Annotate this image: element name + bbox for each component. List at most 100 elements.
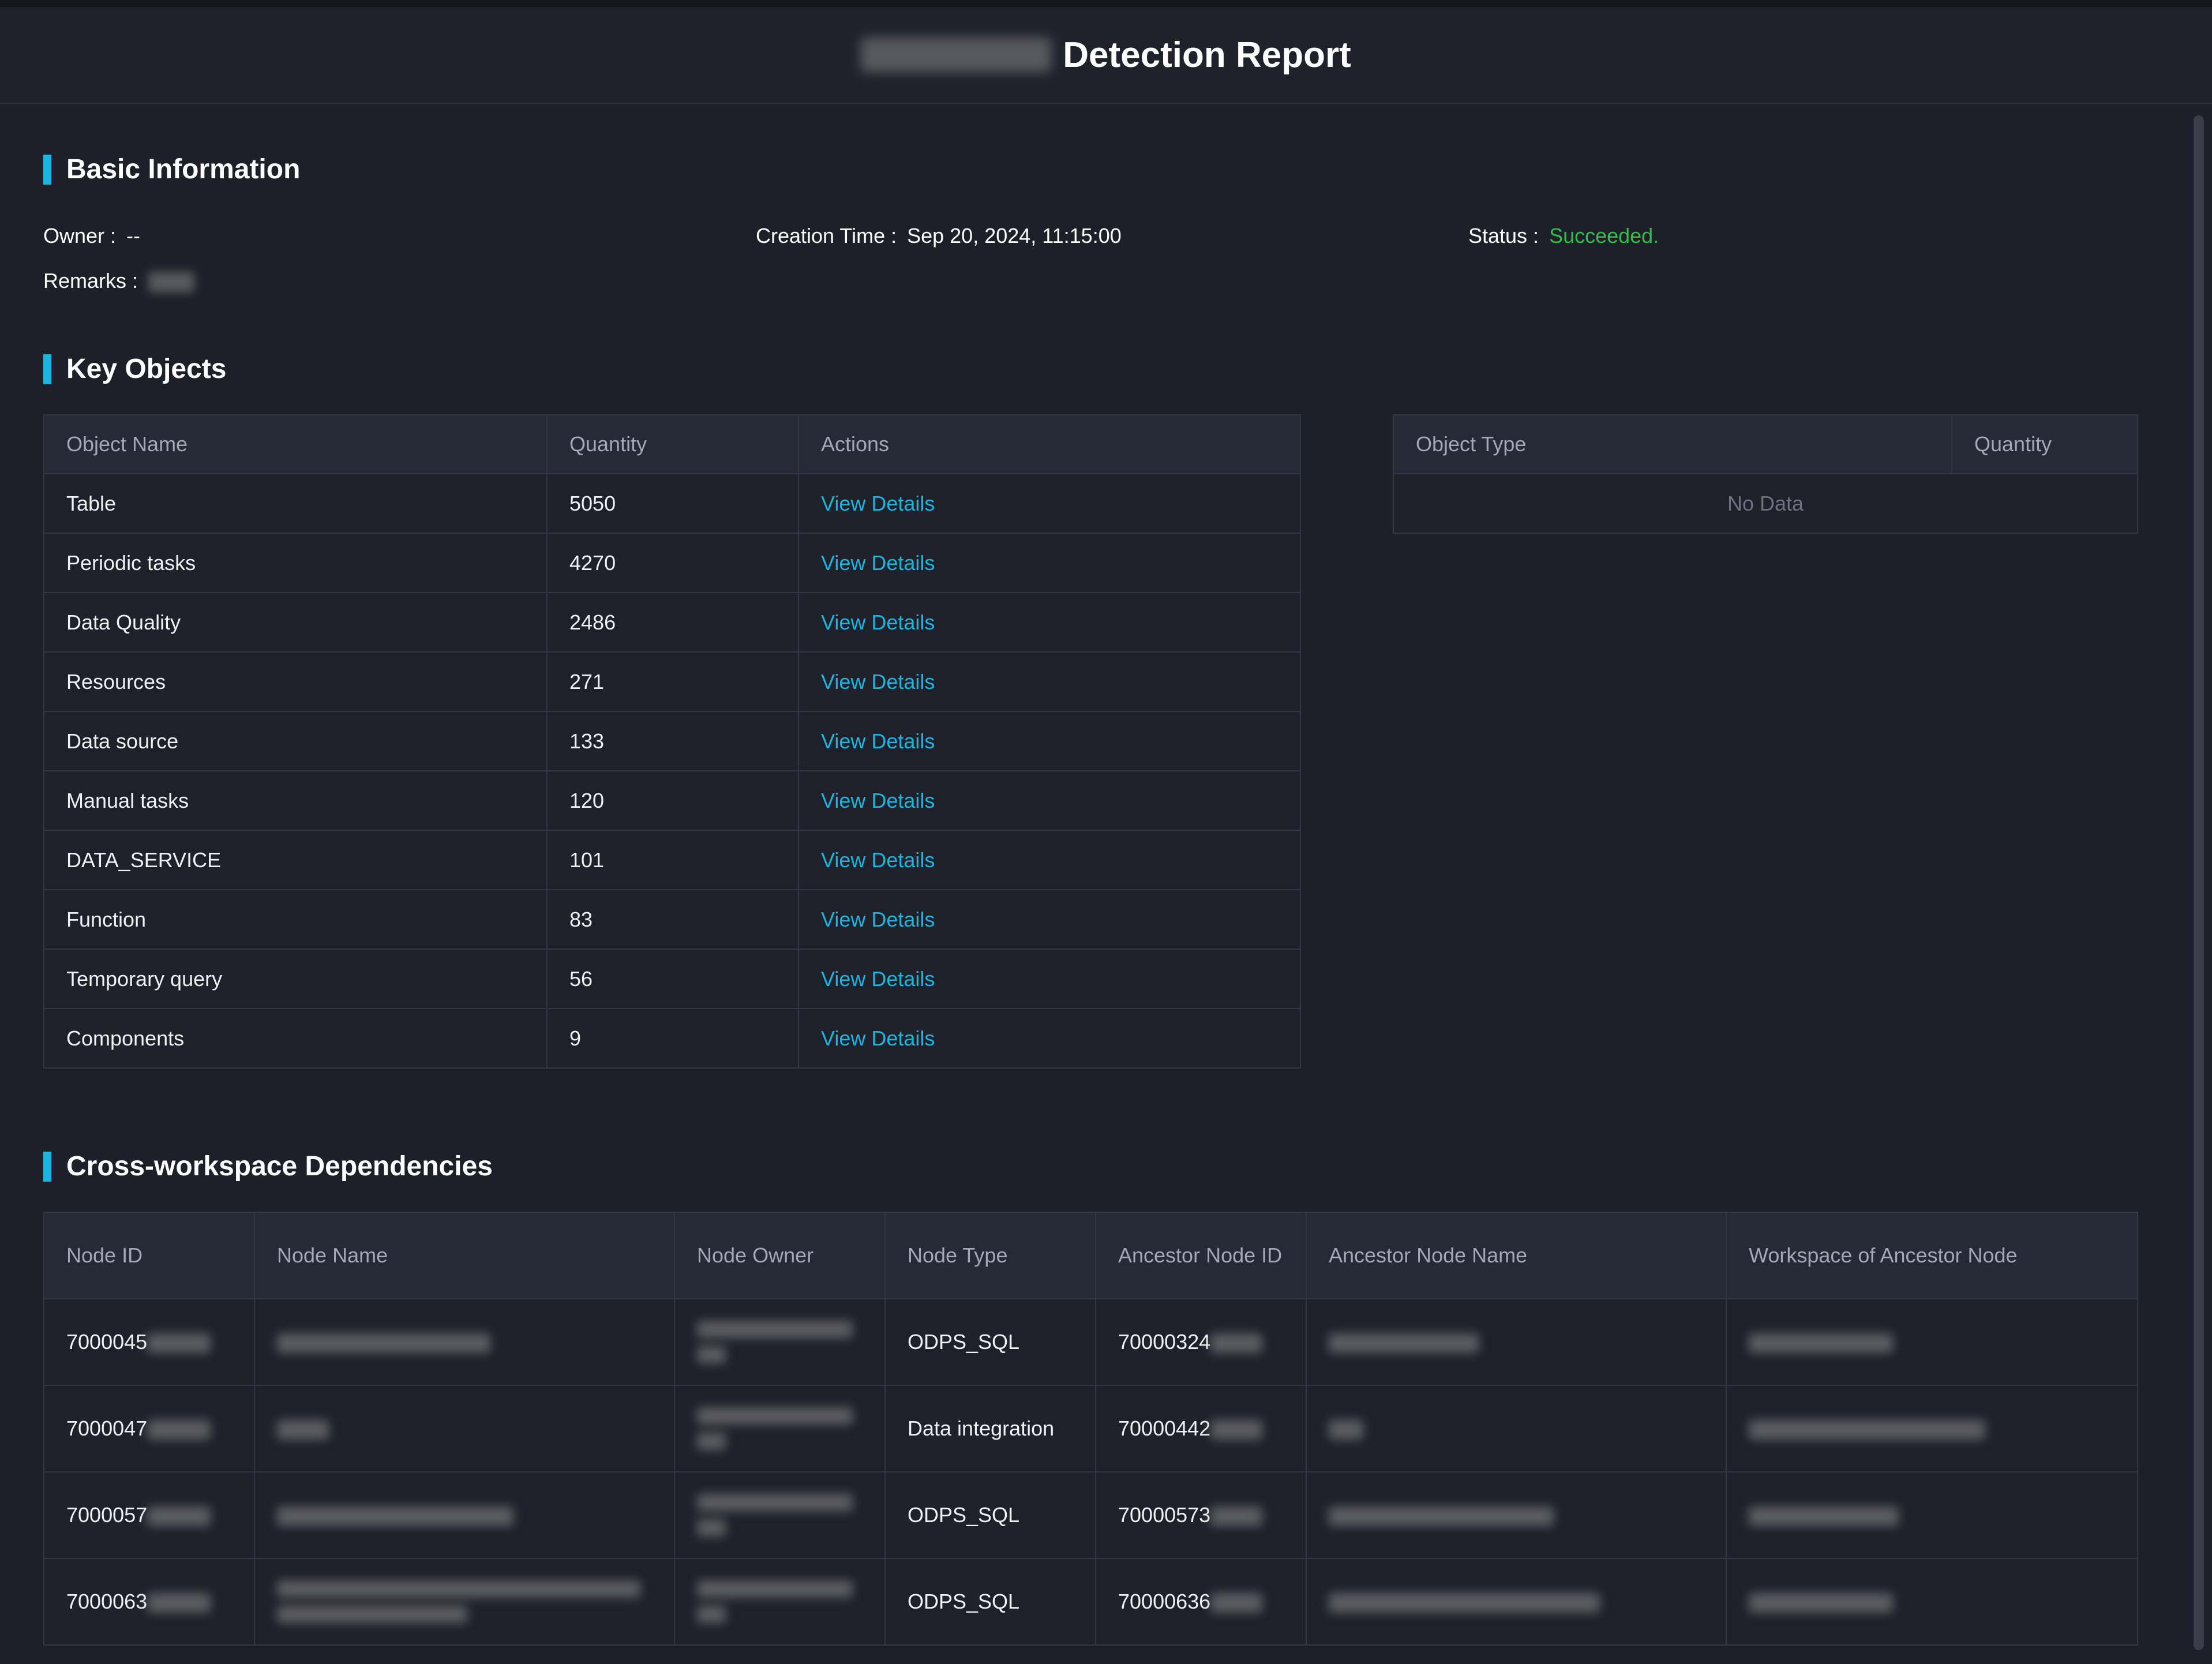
- table-row: Function 83 View Details: [43, 889, 1301, 950]
- redacted-owner: [697, 1399, 853, 1458]
- view-details-link[interactable]: View Details: [821, 908, 935, 931]
- col-node-id: Node ID: [43, 1212, 255, 1299]
- node-id: 7000045: [66, 1330, 148, 1354]
- col-ancestor-node-name: Ancestor Node Name: [1306, 1212, 1727, 1299]
- redacted-id: [1210, 1420, 1263, 1440]
- ancestor-id: 70000636: [1118, 1590, 1211, 1613]
- redacted-node-name: [277, 1420, 329, 1440]
- redacted-ancestor-name: [1329, 1420, 1363, 1440]
- ancestor-id: 70000442: [1118, 1416, 1211, 1440]
- page-title: Detection Report: [1063, 35, 1351, 75]
- workspace-cell: [1726, 1385, 2138, 1472]
- object-qty: 2486: [546, 592, 799, 653]
- creation-time-value: Sep 20, 2024, 11:15:00: [907, 224, 1122, 248]
- redacted-ancestor-name: [1329, 1506, 1554, 1527]
- owner-label: Owner :: [43, 224, 117, 248]
- table-row: Resources 271 View Details: [43, 651, 1301, 712]
- ancestor-name-cell: [1306, 1471, 1727, 1559]
- object-name: Temporary query: [43, 949, 548, 1009]
- node-name-cell: [254, 1385, 675, 1472]
- object-qty: 4270: [546, 533, 799, 593]
- view-details-link[interactable]: View Details: [821, 1026, 935, 1050]
- ancestor-id-cell: 70000442: [1095, 1385, 1307, 1472]
- col-node-type: Node Type: [884, 1212, 1096, 1299]
- table-row: DATA_SERVICE 101 View Details: [43, 830, 1301, 890]
- owner-field: Owner : --: [43, 224, 140, 248]
- view-details-link[interactable]: View Details: [821, 492, 935, 515]
- object-name: Periodic tasks: [43, 533, 548, 593]
- table-row: 7000045 ODPS_SQL 70000324: [43, 1298, 2138, 1386]
- object-name: DATA_SERVICE: [43, 830, 548, 890]
- basic-info-heading-text: Basic Information: [66, 154, 301, 185]
- redacted-id: [147, 1420, 211, 1440]
- col-quantity: Quantity: [546, 414, 799, 474]
- col-actions: Actions: [798, 414, 1301, 474]
- remarks-label: Remarks :: [43, 269, 138, 293]
- report-header: Detection Report: [0, 7, 2212, 104]
- redacted-title-prefix: [861, 38, 1052, 72]
- deps-heading-text: Cross-workspace Dependencies: [66, 1151, 493, 1182]
- section-accent-bar: [43, 154, 51, 185]
- basic-info-heading: Basic Information: [43, 153, 300, 185]
- node-owner-cell: [674, 1558, 886, 1646]
- ancestor-id-cell: 70000636: [1095, 1558, 1307, 1646]
- status-value: Succeeded.: [1549, 224, 1659, 248]
- view-details-link[interactable]: View Details: [821, 610, 935, 634]
- table-row: Periodic tasks 4270 View Details: [43, 533, 1301, 593]
- object-name: Components: [43, 1008, 548, 1069]
- ancestor-id-cell: 70000324: [1095, 1298, 1307, 1386]
- table-row: 7000047 Data integration 70000442: [43, 1385, 2138, 1472]
- object-name: Manual tasks: [43, 770, 548, 831]
- view-details-link[interactable]: View Details: [821, 551, 935, 575]
- node-id-cell: 7000047: [43, 1385, 255, 1472]
- top-strip: [0, 0, 2212, 7]
- table-row: Components 9 View Details: [43, 1008, 1301, 1069]
- object-type-table: Object Type Quantity No Data: [1393, 414, 2138, 534]
- redacted-id: [147, 1593, 211, 1613]
- ancestor-id: 70000324: [1118, 1330, 1211, 1354]
- status-label: Status :: [1468, 224, 1539, 248]
- redacted-node-name: [277, 1333, 490, 1354]
- table-row: Temporary query 56 View Details: [43, 949, 1301, 1009]
- node-name-cell: [254, 1298, 675, 1386]
- col-ancestor-node-id: Ancestor Node ID: [1095, 1212, 1307, 1299]
- redacted-id: [1210, 1333, 1263, 1354]
- table-header-row: Node ID Node Name Node Owner Node Type A…: [43, 1212, 2138, 1299]
- redacted-id: [1210, 1593, 1263, 1613]
- node-type: ODPS_SQL: [884, 1298, 1096, 1386]
- remarks-field: Remarks :: [43, 269, 195, 293]
- ancestor-name-cell: [1306, 1385, 1727, 1472]
- redacted-remarks: [148, 272, 195, 293]
- col-node-name: Node Name: [254, 1212, 675, 1299]
- object-qty: 9: [546, 1008, 799, 1069]
- no-data-message: No Data: [1393, 473, 2138, 534]
- key-objects-heading: Key Objects: [43, 353, 226, 385]
- col-ancestor-workspace: Workspace of Ancestor Node: [1726, 1212, 2138, 1299]
- col-object-type: Object Type: [1393, 414, 1952, 474]
- node-name-cell: [254, 1471, 675, 1559]
- empty-row: No Data: [1393, 473, 2138, 534]
- redacted-owner: [697, 1572, 853, 1631]
- ancestor-id: 70000573: [1118, 1503, 1211, 1527]
- node-type: ODPS_SQL: [884, 1558, 1096, 1646]
- redacted-id: [1210, 1506, 1263, 1527]
- object-name: Resources: [43, 651, 548, 712]
- object-qty: 56: [546, 949, 799, 1009]
- ancestor-id-cell: 70000573: [1095, 1471, 1307, 1559]
- table-row: Data source 133 View Details: [43, 711, 1301, 771]
- object-qty: 101: [546, 830, 799, 890]
- view-details-link[interactable]: View Details: [821, 967, 935, 991]
- view-details-link[interactable]: View Details: [821, 729, 935, 753]
- object-qty: 120: [546, 770, 799, 831]
- redacted-workspace: [1749, 1593, 1893, 1613]
- table-row: Manual tasks 120 View Details: [43, 770, 1301, 831]
- redacted-ancestor-name: [1329, 1593, 1600, 1613]
- node-id-cell: 7000063: [43, 1558, 255, 1646]
- table-row: Table 5050 View Details: [43, 473, 1301, 534]
- view-details-link[interactable]: View Details: [821, 670, 935, 694]
- view-details-link[interactable]: View Details: [821, 789, 935, 812]
- vertical-scrollbar[interactable]: [2194, 115, 2204, 1650]
- node-id-cell: 7000057: [43, 1471, 255, 1559]
- view-details-link[interactable]: View Details: [821, 848, 935, 872]
- object-name: Table: [43, 473, 548, 534]
